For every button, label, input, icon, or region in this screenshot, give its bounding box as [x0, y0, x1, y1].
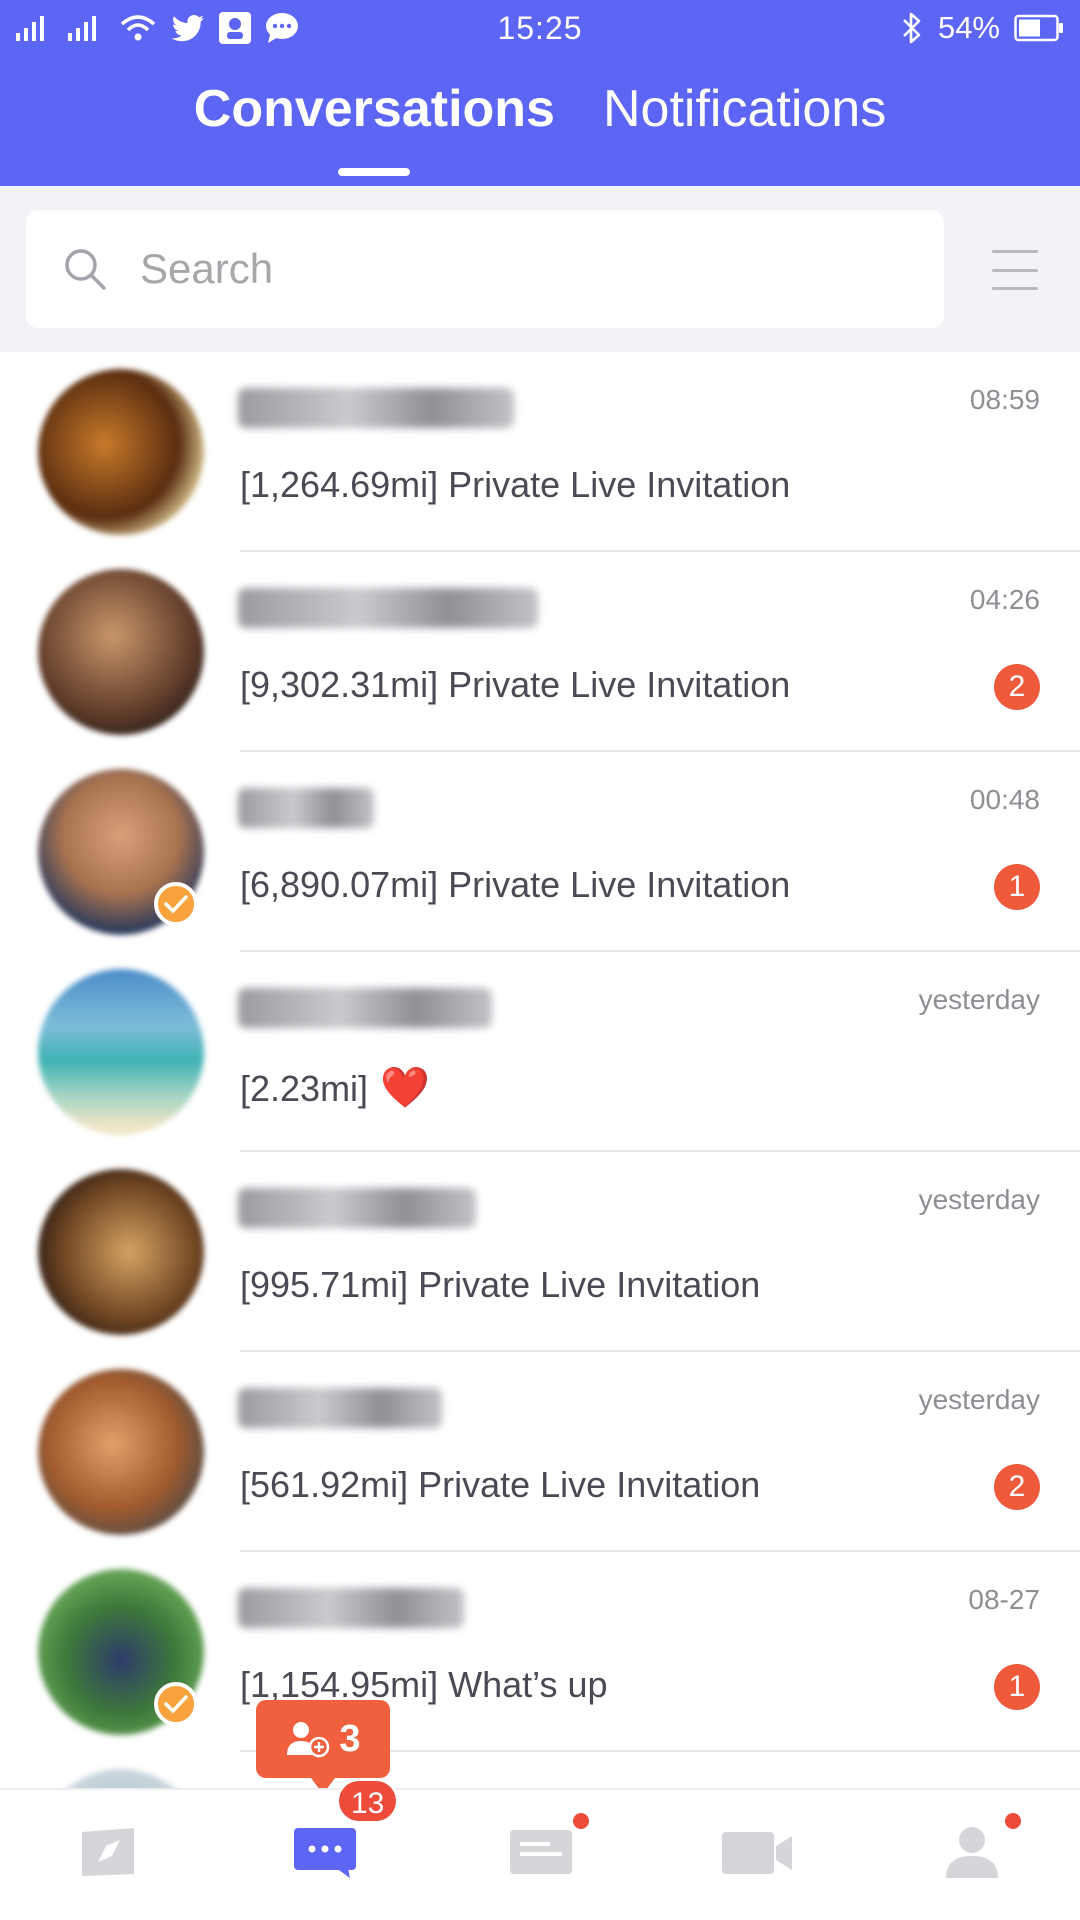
nav-feed[interactable]: [508, 1824, 572, 1880]
tab-conversations-label: Conversations: [193, 80, 555, 138]
battery-percent: 54%: [937, 10, 1000, 45]
conversation-row[interactable]: 08-27 [1,154.95mi] What’s up 1: [0, 1552, 1080, 1752]
unread-badge: 1: [994, 864, 1040, 910]
distance-text: [2.23mi]: [240, 1068, 369, 1109]
message-time: yesterday: [918, 1184, 1040, 1215]
status-icons-right: 54%: [900, 8, 1064, 48]
message-time: yesterday: [918, 1384, 1040, 1415]
bluetooth-icon: [903, 12, 921, 44]
nav-discover[interactable]: [76, 1824, 140, 1880]
app-header: 15:25 54% Conversations Notifications: [0, 0, 1080, 186]
profile-icon: [946, 1827, 998, 1878]
avatar[interactable]: [38, 1169, 204, 1335]
menu-line: [992, 287, 1038, 290]
conversation-row[interactable]: [0, 1752, 1080, 1788]
battery-icon: [1014, 14, 1063, 42]
menu-line: [992, 250, 1038, 253]
friend-requests-button[interactable]: 3: [256, 1700, 390, 1794]
messages-count-badge: 13: [336, 1778, 400, 1824]
avatar[interactable]: [38, 969, 204, 1135]
menu-button[interactable]: [992, 250, 1038, 290]
contact-name-obscured: [238, 988, 492, 1028]
unread-badge: 2: [994, 1464, 1040, 1510]
conversation-list: 08:59 [1,264.69mi] Private Live Invitati…: [0, 352, 1080, 1788]
unread-badge: 2: [994, 664, 1040, 710]
add-friend-icon: [287, 1722, 330, 1758]
avatar[interactable]: [38, 1769, 204, 1788]
search-area: [0, 186, 1080, 352]
tab-conversations[interactable]: Conversations: [193, 72, 555, 176]
messages-icon: [294, 1828, 356, 1878]
conversation-row[interactable]: 00:48 [6,890.07mi] Private Live Invitati…: [0, 752, 1080, 952]
contact-name-obscured: [238, 1588, 464, 1628]
friend-requests-count: 3: [339, 1717, 361, 1760]
message-preview: [995.71mi] Private Live Invitation: [240, 1264, 761, 1305]
verified-icon: [154, 882, 198, 926]
contact-name-obscured: [238, 388, 514, 428]
message-preview: [2.23mi] ❤️: [240, 1064, 430, 1111]
message-time: 04:26: [969, 584, 1040, 615]
feed-notification-dot: [570, 1810, 592, 1832]
bottom-nav: 13: [0, 1778, 1080, 1920]
conversation-row[interactable]: 08:59 [1,264.69mi] Private Live Invitati…: [0, 352, 1080, 552]
menu-line: [992, 268, 1038, 272]
avatar[interactable]: [38, 1369, 204, 1535]
status-bar: 15:25 54%: [0, 0, 1080, 58]
avatar[interactable]: [38, 369, 204, 535]
search-input[interactable]: [140, 245, 880, 293]
nav-messages[interactable]: [292, 1824, 356, 1880]
tab-notifications[interactable]: Notifications: [603, 72, 886, 162]
message-time: 08-27: [968, 1584, 1040, 1615]
contact-name-obscured: [238, 588, 538, 628]
message-preview: [561.92mi] Private Live Invitation: [240, 1464, 761, 1505]
search-icon: [65, 249, 106, 290]
contact-name-obscured: [238, 1388, 442, 1428]
active-tab-indicator: [338, 168, 411, 176]
profile-notification-dot: [1002, 1810, 1024, 1832]
contact-name-obscured: [238, 788, 374, 828]
conversation-row[interactable]: 04:26 [9,302.31mi] Private Live Invitati…: [0, 552, 1080, 752]
conversation-row[interactable]: yesterday [995.71mi] Private Live Invita…: [0, 1152, 1080, 1352]
avatar[interactable]: [38, 569, 204, 735]
nav-profile[interactable]: [940, 1824, 1004, 1880]
verified-icon: [154, 1682, 198, 1726]
tab-notifications-label: Notifications: [602, 80, 887, 138]
contact-name-obscured: [238, 1188, 476, 1228]
discover-icon: [82, 1828, 134, 1876]
video-icon: [722, 1832, 792, 1874]
message-preview: [9,302.31mi] Private Live Invitation: [240, 664, 791, 705]
search-box[interactable]: [26, 210, 944, 328]
unread-badge: 1: [994, 1664, 1040, 1710]
message-preview: [6,890.07mi] Private Live Invitation: [240, 864, 791, 905]
message-preview: [1,264.69mi] Private Live Invitation: [240, 464, 791, 505]
nav-video[interactable]: [720, 1824, 792, 1880]
feed-icon: [510, 1830, 572, 1874]
message-time: yesterday: [918, 984, 1040, 1015]
message-time: 00:48: [969, 784, 1040, 815]
header-tabs: Conversations Notifications: [0, 72, 1080, 176]
heart-emoji: ❤️: [380, 1066, 430, 1110]
message-time: 08:59: [969, 384, 1040, 415]
conversation-row[interactable]: yesterday [561.92mi] Private Live Invita…: [0, 1352, 1080, 1552]
conversation-row[interactable]: yesterday [2.23mi] ❤️: [0, 952, 1080, 1152]
